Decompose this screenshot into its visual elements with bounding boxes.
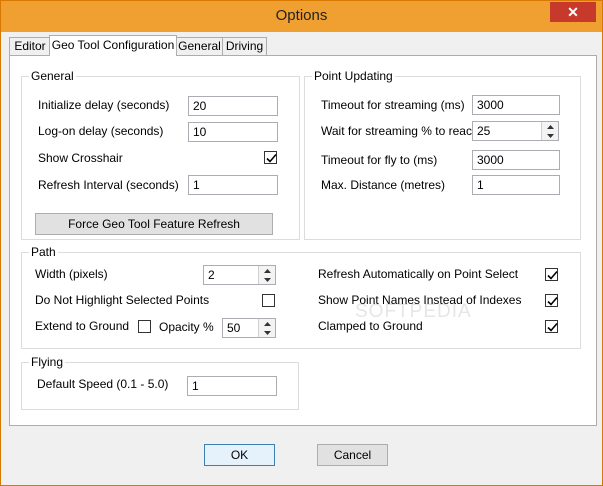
width-value: 2 — [208, 268, 215, 282]
max-distance-input[interactable]: 1 — [472, 175, 560, 195]
refresh-interval-input[interactable]: 1 — [188, 175, 278, 195]
cancel-button[interactable]: Cancel — [317, 444, 388, 466]
arrow-up-icon — [263, 268, 271, 273]
force-refresh-button[interactable]: Force Geo Tool Feature Refresh — [35, 213, 273, 235]
options-window: Options ✕ Editor Geo Tool Configuration … — [0, 0, 603, 486]
flying-group: Flying Default Speed (0.1 - 5.0) 1 — [21, 355, 299, 410]
refresh-on-select-checkbox[interactable] — [545, 268, 558, 281]
initialize-delay-label: Initialize delay (seconds) — [38, 98, 170, 112]
spin-down-button[interactable] — [542, 131, 558, 140]
opacity-label: Opacity % — [159, 320, 214, 334]
clamped-to-ground-label: Clamped to Ground — [318, 319, 423, 333]
spin-down-button[interactable] — [259, 275, 275, 284]
timeout-fly-input[interactable]: 3000 — [472, 150, 560, 170]
point-updating-legend: Point Updating — [312, 69, 395, 83]
close-button[interactable]: ✕ — [550, 2, 596, 22]
window-title: Options — [275, 7, 328, 24]
tab-geo-tool-configuration[interactable]: Geo Tool Configuration — [49, 35, 177, 56]
general-group: General Initialize delay (seconds) 20 Lo… — [21, 69, 300, 240]
check-icon — [266, 153, 277, 163]
timeout-fly-label: Timeout for fly to (ms) — [321, 153, 438, 167]
wait-streaming-value: 25 — [477, 124, 491, 138]
check-icon — [547, 296, 558, 306]
arrow-up-icon — [546, 124, 554, 129]
show-crosshair-checkbox[interactable] — [264, 151, 277, 164]
timeout-streaming-label: Timeout for streaming (ms) — [321, 98, 465, 112]
extend-to-ground-checkbox[interactable] — [138, 320, 151, 333]
show-point-names-checkbox[interactable] — [545, 294, 558, 307]
tab-general[interactable]: General — [175, 37, 224, 55]
path-group: Path Width (pixels) 2 Do Not Highlight S… — [21, 245, 581, 349]
width-label: Width (pixels) — [35, 267, 108, 281]
arrow-down-icon — [263, 277, 271, 282]
extend-to-ground-label: Extend to Ground — [35, 319, 130, 333]
check-icon — [547, 322, 558, 332]
ok-button[interactable]: OK — [204, 444, 275, 466]
logon-delay-label: Log-on delay (seconds) — [38, 124, 164, 138]
arrow-down-icon — [263, 330, 271, 335]
arrow-up-icon — [263, 321, 271, 326]
opacity-stepper[interactable]: 50 — [222, 318, 276, 338]
show-point-names-label: Show Point Names Instead of Indexes — [318, 293, 522, 307]
wait-streaming-stepper[interactable]: 25 — [472, 121, 559, 141]
show-crosshair-label: Show Crosshair — [38, 151, 123, 165]
path-legend: Path — [29, 245, 58, 259]
default-speed-input[interactable]: 1 — [187, 376, 277, 396]
clamped-to-ground-checkbox[interactable] — [545, 320, 558, 333]
refresh-on-select-label: Refresh Automatically on Point Select — [318, 267, 519, 281]
tab-editor[interactable]: Editor — [9, 37, 51, 55]
do-not-highlight-label: Do Not Highlight Selected Points — [35, 293, 210, 307]
tab-panel: SOFTPEDIA General Initialize delay (seco… — [9, 55, 597, 426]
point-updating-group: Point Updating Timeout for streaming (ms… — [304, 69, 581, 240]
default-speed-label: Default Speed (0.1 - 5.0) — [37, 377, 169, 391]
arrow-down-icon — [546, 133, 554, 138]
close-icon: ✕ — [567, 4, 579, 20]
logon-delay-input[interactable]: 10 — [188, 122, 278, 142]
refresh-interval-label: Refresh Interval (seconds) — [38, 178, 179, 192]
general-legend: General — [29, 69, 76, 83]
width-stepper[interactable]: 2 — [203, 265, 276, 285]
opacity-value: 50 — [227, 321, 241, 335]
title-bar[interactable]: Options ✕ — [1, 1, 602, 32]
max-distance-label: Max. Distance (metres) — [321, 178, 446, 192]
wait-streaming-label: Wait for streaming % to reach — [321, 124, 479, 138]
tab-driving[interactable]: Driving — [222, 37, 267, 55]
spin-down-button[interactable] — [259, 328, 275, 337]
check-icon — [547, 270, 558, 280]
do-not-highlight-checkbox[interactable] — [262, 294, 275, 307]
initialize-delay-input[interactable]: 20 — [188, 96, 278, 116]
flying-legend: Flying — [29, 355, 66, 369]
timeout-streaming-input[interactable]: 3000 — [472, 95, 560, 115]
